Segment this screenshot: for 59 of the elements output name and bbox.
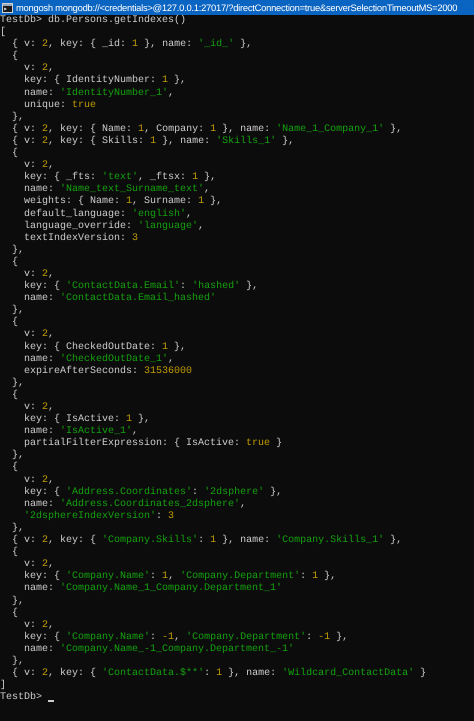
code-line: name: 'Name_text_Surname_text',	[23, 184, 210, 196]
code-line: },	[11, 305, 24, 316]
code-line: key: { 'Company.Name': -1, 'Company.Department': -1 },	[23, 632, 348, 644]
code-line: language_override: 'language',	[23, 220, 204, 232]
code-line: {	[11, 51, 18, 64]
code-line: textIndexVersion: 3	[23, 232, 138, 245]
code-line: v: 2,	[23, 329, 54, 342]
code-line: key: { IsActive: 1 },	[23, 414, 150, 426]
code-line: name: 'ContactData.Email_hashed'	[23, 293, 216, 306]
code-line: key: { IdentityNumber: 1 },	[23, 75, 186, 88]
code-line: {	[11, 256, 18, 269]
code-line: name: 'Company.Name_1_Company.Department_1'	[23, 583, 282, 596]
code-line: { v: 2, key: { 'ContactData.$**': 1 }, name: 'Wildcard_ContactData' }	[11, 668, 426, 680]
code-line: {	[11, 547, 18, 560]
code-line: key: { 'ContactData.Email': 'hashed' },	[23, 281, 258, 292]
code-line: unique: true	[23, 100, 96, 112]
code-line: v: 2,	[23, 268, 54, 280]
code-line: },	[11, 112, 24, 124]
code-line: key: { CheckedOutDate: 1 },	[23, 342, 186, 354]
code-line: },	[11, 596, 24, 608]
code-line: {	[11, 608, 18, 620]
code-line: v: 2,	[23, 474, 54, 486]
code-line: '2dsphereIndexVersion': 3	[23, 510, 174, 523]
code-line: key: { 'Address.Coordinates': '2dsphere' },	[23, 486, 282, 498]
code-line: {	[11, 317, 18, 330]
code-line: weights: { Name: 1, Surname: 1 },	[23, 196, 222, 208]
code-line: expireAfterSeconds: 31536000	[23, 366, 192, 378]
code-line: {	[11, 390, 18, 402]
code-line: name: 'Address.Coordinates_2dsphere',	[23, 498, 246, 510]
prompt: TestDb>	[0, 692, 44, 704]
code-line: v: 2,	[23, 160, 54, 172]
code-line: { v: 2, key: { Skills: 1 }, name: 'Skills_1' },	[11, 136, 294, 148]
code-line: v: 2,	[23, 402, 54, 414]
code-line: key: { _fts: 'text', _ftsx: 1 },	[23, 172, 216, 184]
code-line: name: 'IsActive_1',	[23, 426, 138, 438]
code-line: },	[11, 450, 24, 462]
code-line: name: 'Company.Name_-1_Company.Department_-1'	[23, 644, 294, 656]
terminal-icon	[2, 2, 13, 12]
code-line: default_language: 'english',	[23, 208, 192, 220]
code-line: { v: 2, key: { Name: 1, Company: 1 }, name: 'Name_1_Company_1' },	[11, 124, 402, 136]
code-line: TestDb> db.Persons.getIndexes()	[0, 15, 186, 26]
code-line: name: 'IdentityNumber_1',	[23, 88, 174, 100]
window-title: mongosh mongodb://<credentials>@127.0.0.1:27017/?directConnection=true&serverSelectionTimeoutMS=2000	[16, 2, 458, 12]
code-line: v: 2,	[23, 559, 54, 570]
code-line: },	[11, 656, 24, 668]
code-line: },	[11, 244, 24, 256]
code-line: { v: 2, key: { _id: 1 }, name: '_id_' },	[11, 39, 252, 50]
code-line: {	[11, 148, 18, 160]
code-line: [	[0, 27, 6, 40]
code-line: { v: 2, key: { 'Company.Skills': 1 }, name: 'Company.Skills_1' },	[11, 535, 402, 546]
code-line: partialFilterExpression: { IsActive: true }	[23, 438, 282, 450]
code-line: ]	[0, 680, 6, 692]
code-line: {	[11, 462, 18, 475]
code-line: key: { 'Company.Name': 1, 'Company.Department': 1 },	[23, 571, 336, 582]
code-line: },	[11, 378, 24, 390]
code-line: v: 2,	[23, 63, 54, 74]
code-line: v: 2,	[23, 620, 54, 632]
code-line: name: 'CheckedOutDate_1',	[23, 354, 174, 366]
code-line: },	[11, 522, 24, 534]
